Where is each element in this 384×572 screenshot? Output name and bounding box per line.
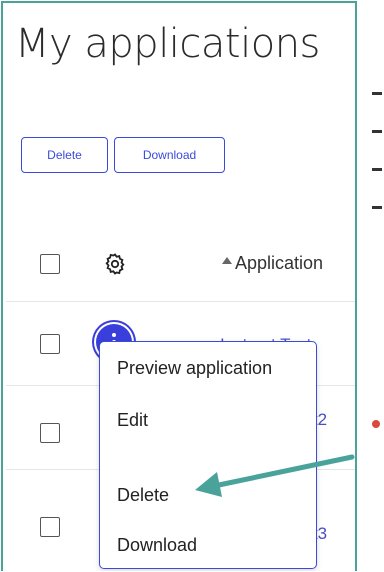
- gear-icon[interactable]: [103, 252, 127, 276]
- status-dot: [372, 420, 380, 428]
- delete-button[interactable]: Delete: [21, 137, 108, 173]
- row-divider: [6, 301, 355, 302]
- menu-item-preview-application[interactable]: Preview application: [117, 358, 272, 379]
- clipped-text-fragment: [372, 206, 382, 209]
- sort-ascending-icon: [222, 257, 232, 264]
- select-all-checkbox[interactable]: [40, 254, 60, 274]
- menu-item-delete[interactable]: Delete: [117, 485, 169, 506]
- app-panel: My applications Delete Download Applicat…: [1, 1, 357, 571]
- row-actions-menu: Preview application Edit Delete Download: [99, 341, 317, 569]
- clipped-text-fragment: [372, 92, 382, 95]
- kebab-dot: [112, 333, 116, 337]
- clipped-text-fragment: [372, 168, 382, 171]
- menu-item-download[interactable]: Download: [117, 535, 197, 556]
- menu-item-edit[interactable]: Edit: [117, 410, 148, 431]
- column-header-application[interactable]: Application: [235, 253, 323, 274]
- row-checkbox[interactable]: [40, 517, 60, 537]
- row-checkbox[interactable]: [40, 334, 60, 354]
- page-title: My applications: [15, 21, 320, 67]
- clipped-text-fragment: [372, 130, 382, 133]
- row-checkbox[interactable]: [40, 423, 60, 443]
- download-button[interactable]: Download: [114, 137, 225, 173]
